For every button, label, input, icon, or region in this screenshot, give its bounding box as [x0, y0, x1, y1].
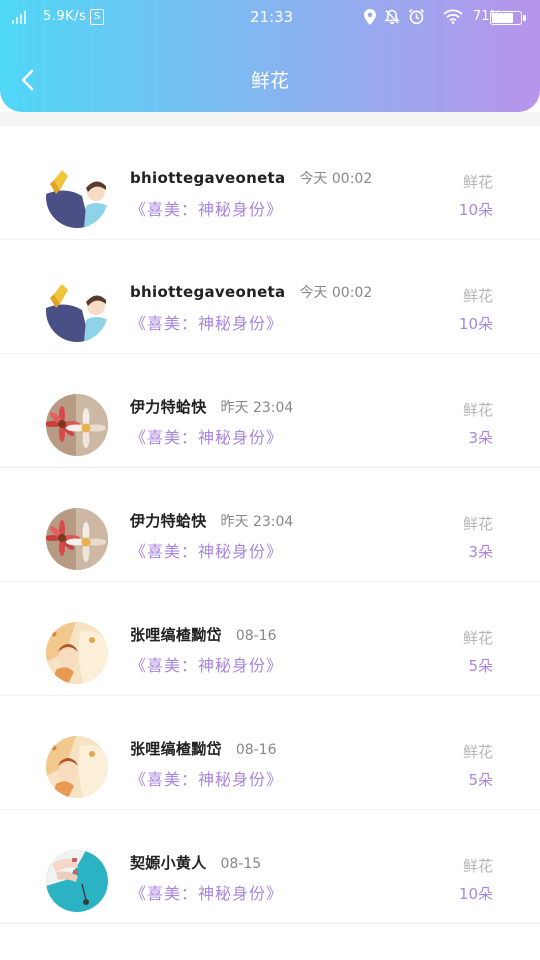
wifi-icon: [443, 9, 463, 24]
flower-count: 10朵: [458, 315, 493, 333]
cartoon-man-avatar[interactable]: [46, 166, 108, 228]
flower-count: 3朵: [468, 429, 493, 447]
flower-label: 鲜花: [462, 401, 493, 419]
flower-count: 10朵: [458, 201, 493, 219]
flower-count: 5朵: [468, 771, 493, 789]
record-row[interactable]: 契嫄小黄人 08-15 《喜美：神秘身份》 鲜花 10朵: [0, 810, 540, 924]
user-name: 契嫄小黄人 08-15: [130, 854, 262, 872]
page-title: 鲜花: [250, 70, 289, 92]
gift-book-title[interactable]: 《喜美：神秘身份》: [130, 766, 283, 790]
location-icon: [364, 8, 376, 25]
record-time: 今天 00:02: [299, 285, 373, 301]
user-name: 伊力特蛤快 昨天 23:04: [130, 398, 294, 416]
mute-bell-icon: [384, 9, 400, 24]
record-time: 08-15: [220, 856, 262, 872]
gift-book-title[interactable]: 《喜美：神秘身份》: [130, 310, 283, 334]
gift-book-title[interactable]: 《喜美：神秘身份》: [130, 880, 283, 904]
gift-book-title[interactable]: 《喜美：神秘身份》: [130, 424, 283, 448]
flower-label: 鲜花: [462, 857, 493, 875]
s-app-icon: S: [90, 9, 104, 25]
record-time: 昨天 23:04: [220, 514, 294, 530]
flower-count: 5朵: [468, 657, 493, 675]
flower-label: 鲜花: [462, 287, 493, 305]
signal-icon: [12, 10, 26, 24]
gift-book-title[interactable]: 《喜美：神秘身份》: [130, 652, 283, 676]
battery-icon: [490, 11, 526, 25]
gift-book-title[interactable]: 《喜美：神秘身份》: [130, 538, 283, 562]
record-row[interactable]: 伊力特蛤快 昨天 23:04 《喜美：神秘身份》 鲜花 3朵: [0, 468, 540, 582]
user-name: 张哩缟楂黝岱 08-16: [130, 626, 277, 644]
status-icons: 71%: [364, 8, 502, 25]
header-divider: [0, 112, 540, 126]
record-row[interactable]: 张哩缟楂黝岱 08-16 《喜美：神秘身份》 鲜花 5朵: [0, 696, 540, 810]
network-speed: 5.9K/s: [43, 9, 87, 24]
header-bar: 5.9K/s S 21:33 71% 鲜花: [0, 0, 540, 112]
record-row[interactable]: 张哩缟楂黝岱 08-16 《喜美：神秘身份》 鲜花 5朵: [0, 582, 540, 696]
anime-art-avatar[interactable]: [46, 736, 108, 798]
flower-count: 3朵: [468, 543, 493, 561]
gift-book-title[interactable]: 《喜美：神秘身份》: [130, 196, 283, 220]
hands-photo-avatar[interactable]: [46, 850, 108, 912]
record-time: 昨天 23:04: [220, 400, 294, 416]
row-divider: [0, 923, 540, 924]
record-time: 今天 00:02: [299, 171, 373, 187]
flower-count: 10朵: [458, 885, 493, 903]
flower-photo-avatar[interactable]: [46, 508, 108, 570]
cartoon-man-avatar[interactable]: [46, 280, 108, 342]
flower-photo-avatar[interactable]: [46, 394, 108, 456]
record-row[interactable]: bhiottegaveoneta 今天 00:02 《喜美：神秘身份》 鲜花 10…: [0, 126, 540, 240]
user-name: bhiottegaveoneta 今天 00:02: [130, 169, 373, 187]
record-time: 08-16: [235, 628, 277, 644]
anime-art-avatar[interactable]: [46, 622, 108, 684]
flower-label: 鲜花: [462, 629, 493, 647]
record-time: 08-16: [235, 742, 277, 758]
user-name: 伊力特蛤快 昨天 23:04: [130, 512, 294, 530]
user-name: bhiottegaveoneta 今天 00:02: [130, 283, 373, 301]
flower-record-list: bhiottegaveoneta 今天 00:02 《喜美：神秘身份》 鲜花 10…: [0, 126, 540, 924]
flower-label: 鲜花: [462, 515, 493, 533]
record-row[interactable]: bhiottegaveoneta 今天 00:02 《喜美：神秘身份》 鲜花 10…: [0, 240, 540, 354]
user-name: 张哩缟楂黝岱 08-16: [130, 740, 277, 758]
clock: 21:33: [250, 8, 294, 26]
flower-label: 鲜花: [462, 743, 493, 761]
record-row[interactable]: 伊力特蛤快 昨天 23:04 《喜美：神秘身份》 鲜花 3朵: [0, 354, 540, 468]
status-bar: 5.9K/s S 21:33 71%: [0, 0, 540, 36]
flower-label: 鲜花: [462, 173, 493, 191]
alarm-icon: [408, 8, 425, 25]
